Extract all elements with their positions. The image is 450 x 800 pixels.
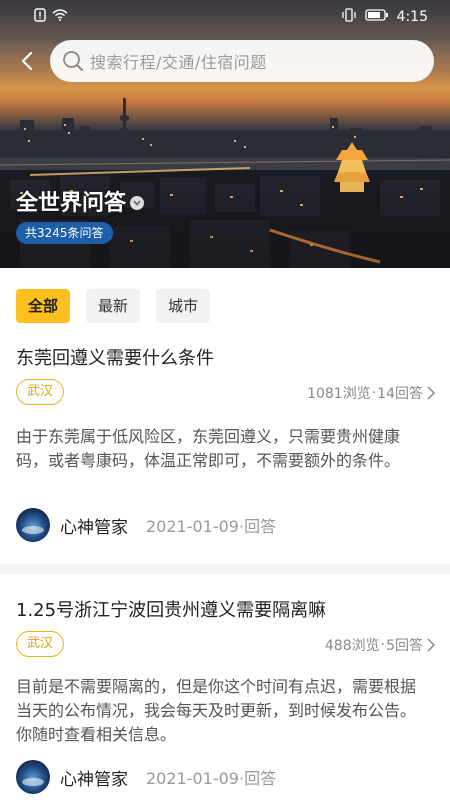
city-tag[interactable]: 武汉: [16, 379, 65, 405]
question-title[interactable]: 1.25号浙江宁波回贵州遵义需要隔离嘛: [16, 596, 326, 622]
answerer-info[interactable]: 心神管家 2021-01-09·回答: [16, 508, 276, 542]
avatar[interactable]: [16, 760, 50, 794]
stats-separator: ·: [380, 637, 386, 653]
chevron-right-icon: [427, 386, 436, 400]
question-stats[interactable]: 488浏览 · 5回答: [325, 635, 436, 655]
city-tag[interactable]: 武汉: [16, 631, 65, 657]
back-button[interactable]: [12, 46, 42, 76]
filter-tabs: 全部 最新 城市: [16, 289, 211, 323]
view-count: 1081浏览: [307, 386, 371, 402]
status-bar: 4:15: [0, 0, 450, 34]
battery-icon: [364, 9, 389, 25]
tab-city[interactable]: 城市: [156, 289, 211, 323]
answerer-name[interactable]: 心神管家: [60, 513, 128, 538]
hero-banner: 4:15 搜索行程/交通/住宿问题 全世界问答 共3245条问答: [0, 0, 450, 268]
tab-all[interactable]: 全部: [16, 289, 71, 323]
sim-alert-icon: [34, 8, 46, 26]
answer-date: 2021-01-09·回答: [146, 769, 277, 788]
page-title-selector[interactable]: 全世界问答: [16, 185, 145, 217]
screen: 4:15 搜索行程/交通/住宿问题 全世界问答 共3245条问答 全部 最新 城…: [0, 0, 450, 800]
answer-count: 5回答: [386, 638, 423, 654]
status-time: 4:15: [396, 9, 428, 25]
chevron-right-icon: [427, 638, 436, 652]
answer-preview: 由于东莞属于低风险区，东莞回遵义，只需要贵州健康码，或者粤康码，体温正常即可，不…: [16, 427, 401, 470]
question-title[interactable]: 东莞回遵义需要什么条件: [16, 344, 214, 370]
tab-latest[interactable]: 最新: [86, 289, 141, 323]
question-count-badge: 共3245条问答: [16, 222, 113, 244]
answer-preview: 目前是不需要隔离的，但是你这个时间有点迟，需要根据当天的公布情况，我会每天及时更…: [16, 677, 417, 744]
view-count: 488浏览: [324, 638, 380, 654]
search-bar[interactable]: 搜索行程/交通/住宿问题: [50, 40, 434, 82]
question-card[interactable]: 东莞回遵义需要什么条件 武汉 1081浏览 · 14回答 由于东莞属于低风险区，…: [0, 330, 450, 564]
search-placeholder: 搜索行程/交通/住宿问题: [90, 53, 267, 72]
search-icon: [63, 51, 83, 71]
stats-separator: ·: [371, 385, 377, 401]
question-card[interactable]: 1.25号浙江宁波回贵州遵义需要隔离嘛 武汉 488浏览 · 5回答 目前是不需…: [0, 574, 450, 800]
chevron-left-icon: [21, 51, 33, 71]
question-stats[interactable]: 1081浏览 · 14回答: [307, 383, 436, 403]
card-divider: [0, 564, 450, 574]
vibrate-icon: [341, 8, 357, 26]
answer-date: 2021-01-09·回答: [146, 517, 277, 536]
chevron-down-icon: [130, 195, 145, 210]
answerer-info[interactable]: 心神管家 2021-01-09·回答: [16, 760, 276, 794]
wifi-icon: [52, 9, 68, 25]
answer-count: 14回答: [377, 386, 423, 402]
answerer-name[interactable]: 心神管家: [60, 765, 128, 790]
page-title: 全世界问答: [16, 191, 127, 216]
avatar[interactable]: [16, 508, 50, 542]
